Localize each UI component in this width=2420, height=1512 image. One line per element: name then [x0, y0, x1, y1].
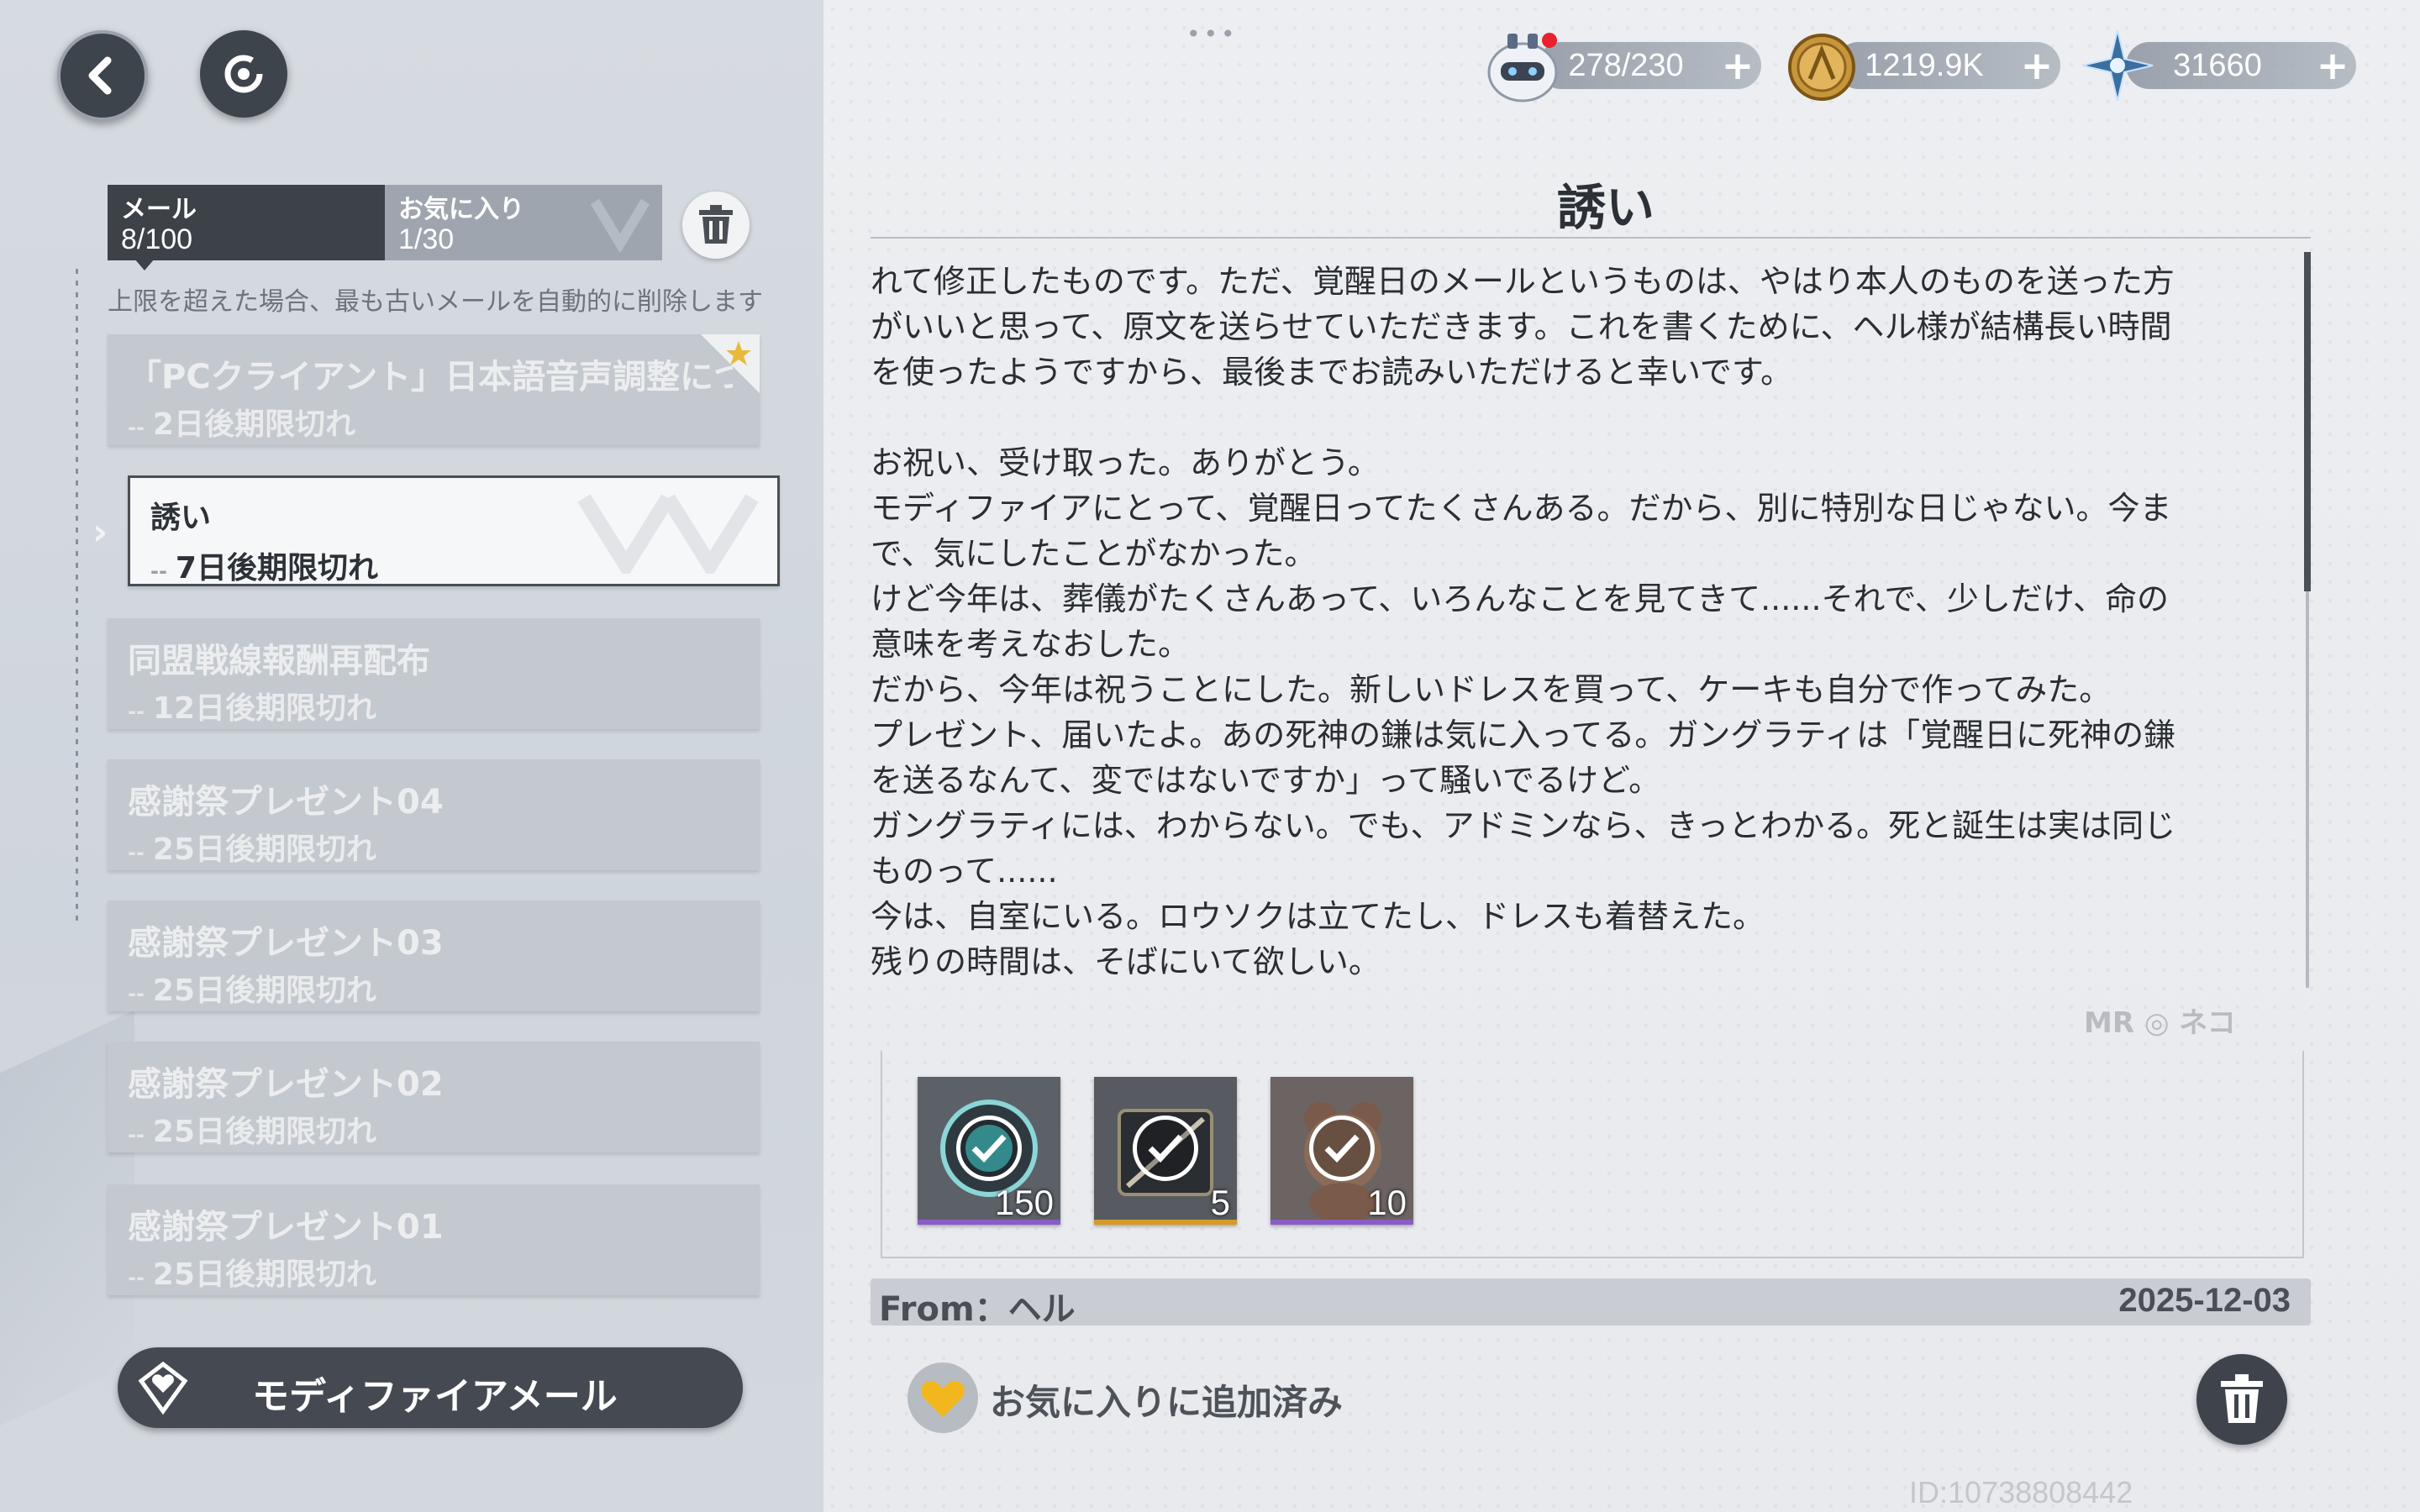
attachment-quantity: 150: [994, 1183, 1054, 1222]
tab-mail-count: 8/100: [121, 223, 193, 255]
heart-diamond-icon: [138, 1361, 188, 1415]
mail-item-thanks-04[interactable]: 感謝祭プレゼント04 -- 25日後期限切れ: [108, 759, 760, 870]
mail-expire: -- 25日後期限切れ: [128, 974, 377, 1008]
auto-delete-notice: 上限を超えた場合、最も古いメールを自動的に削除します: [108, 287, 763, 317]
mail-title: 同盟戦線報酬再配布: [128, 642, 430, 680]
mail-item-alliance-reward[interactable]: 同盟戦線報酬再配布 -- 12日後期限切れ: [108, 618, 760, 729]
claimed-check-icon: [1133, 1116, 1198, 1181]
modifier-mail-button[interactable]: モディファイアメール: [118, 1347, 743, 1428]
star-crystal-icon: [2077, 25, 2158, 106]
trash-icon: [699, 205, 733, 244]
favorite-toggle-button[interactable]: [908, 1362, 978, 1433]
attachment-quantity: 10: [1367, 1183, 1407, 1222]
tab-favorites-label: お気に入り: [398, 195, 524, 224]
heart-icon: [921, 1380, 965, 1417]
delete-all-button[interactable]: [682, 192, 750, 259]
refresh-button[interactable]: [200, 30, 287, 118]
gold-coin-icon: [1781, 25, 1862, 106]
mail-expire: -- 12日後期限切れ: [128, 691, 377, 726]
mail-sender: From：ヘル: [879, 1290, 1076, 1329]
mail-title: 感謝祭プレゼント03: [128, 924, 444, 963]
tab-favorites-watermark: [590, 198, 650, 252]
user-id: ID:10738808442: [1909, 1475, 2133, 1509]
mail-expire: -- 7日後期限切れ: [150, 551, 378, 585]
claimed-check-icon: [956, 1116, 1022, 1181]
tab-pointer: [134, 259, 155, 270]
mail-date: 2025-12-03: [2118, 1282, 2291, 1319]
trash-icon: [2221, 1374, 2263, 1423]
mail-expire: -- 25日後期限切れ: [128, 832, 377, 867]
mail-expire: -- 25日後期限切れ: [128, 1115, 377, 1149]
add-crystals-button[interactable]: +: [2309, 43, 2356, 88]
selected-indicator-icon: ›: [92, 511, 108, 554]
attachment-item[interactable]: 150: [918, 1077, 1060, 1225]
mail-item-pc-voice[interactable]: 「PCクライアント」日本語音声調整について --2日後期限切れ: [108, 334, 760, 445]
chevron-left-icon: [88, 56, 112, 95]
mail-expire: -- 2日後期限切れ: [128, 407, 355, 442]
mail-item-thanks-01[interactable]: 感謝祭プレゼント01 -- 25日後期限切れ: [108, 1184, 760, 1295]
tab-favorites-count: 1/30: [398, 223, 455, 255]
add-coins-button[interactable]: +: [2013, 43, 2060, 88]
mail-item-thanks-02[interactable]: 感謝祭プレゼント02 -- 25日後期限切れ: [108, 1042, 760, 1152]
mail-title: 誘い: [150, 501, 212, 535]
attachment-item[interactable]: 5: [1094, 1077, 1237, 1225]
stamina-value: 278/230: [1568, 47, 1684, 83]
mail-item-invitation[interactable]: 誘い -- 7日後期限切れ: [128, 475, 780, 586]
back-button[interactable]: [57, 30, 148, 121]
attachment-item[interactable]: 10: [1270, 1077, 1413, 1225]
scrollbar-thumb[interactable]: [2304, 252, 2311, 591]
drag-handle[interactable]: •••: [1186, 20, 1239, 48]
add-stamina-button[interactable]: +: [1714, 43, 1761, 88]
mail-item-thanks-03[interactable]: 感謝祭プレゼント03 -- 25日後期限切れ: [108, 900, 760, 1011]
tab-mail[interactable]: メール 8/100: [108, 185, 385, 260]
rarity-bar: [918, 1220, 1060, 1225]
crystal-counter: 31660 +: [2126, 42, 2356, 89]
tab-mail-label: メール: [121, 195, 197, 224]
refresh-icon: [224, 55, 263, 93]
favorite-status: お気に入りに追加済み: [990, 1382, 1344, 1423]
coin-counter: 1219.9K +: [1835, 42, 2060, 89]
rarity-bar: [1270, 1220, 1413, 1225]
tab-favorites[interactable]: お気に入り 1/30: [385, 185, 662, 260]
modifier-mail-label: モディファイアメール: [252, 1375, 618, 1418]
mail-title: 感謝祭プレゼント04: [128, 783, 444, 822]
list-guide-line: [76, 269, 78, 924]
mail-meta-bar: From：ヘル 2025-12-03: [871, 1278, 2311, 1329]
title-divider: [871, 237, 2311, 239]
stamina-counter: 278/230 +: [1538, 42, 1761, 89]
mail-body[interactable]: れて修正したものです。ただ、覚醒日のメールというものは、やはり本人のものを送った…: [871, 259, 2232, 990]
mail-expire: -- 25日後期限切れ: [128, 1257, 377, 1292]
claimed-check-icon: [1309, 1116, 1375, 1181]
attachment-quantity: 5: [1210, 1183, 1230, 1222]
delete-mail-button[interactable]: [2196, 1354, 2287, 1445]
mail-title: 「PCクライアント」日本語音声調整について: [128, 358, 733, 396]
mail-subject: 誘い: [1556, 179, 1655, 236]
rarity-bar: [1094, 1220, 1237, 1225]
mail-title: 感謝祭プレゼント02: [128, 1065, 444, 1104]
mail-title: 感謝祭プレゼント01: [128, 1208, 444, 1247]
brand-logos: MR ◎ ネコ: [2084, 1006, 2236, 1040]
robot-helmet-icon: [1482, 25, 1563, 106]
